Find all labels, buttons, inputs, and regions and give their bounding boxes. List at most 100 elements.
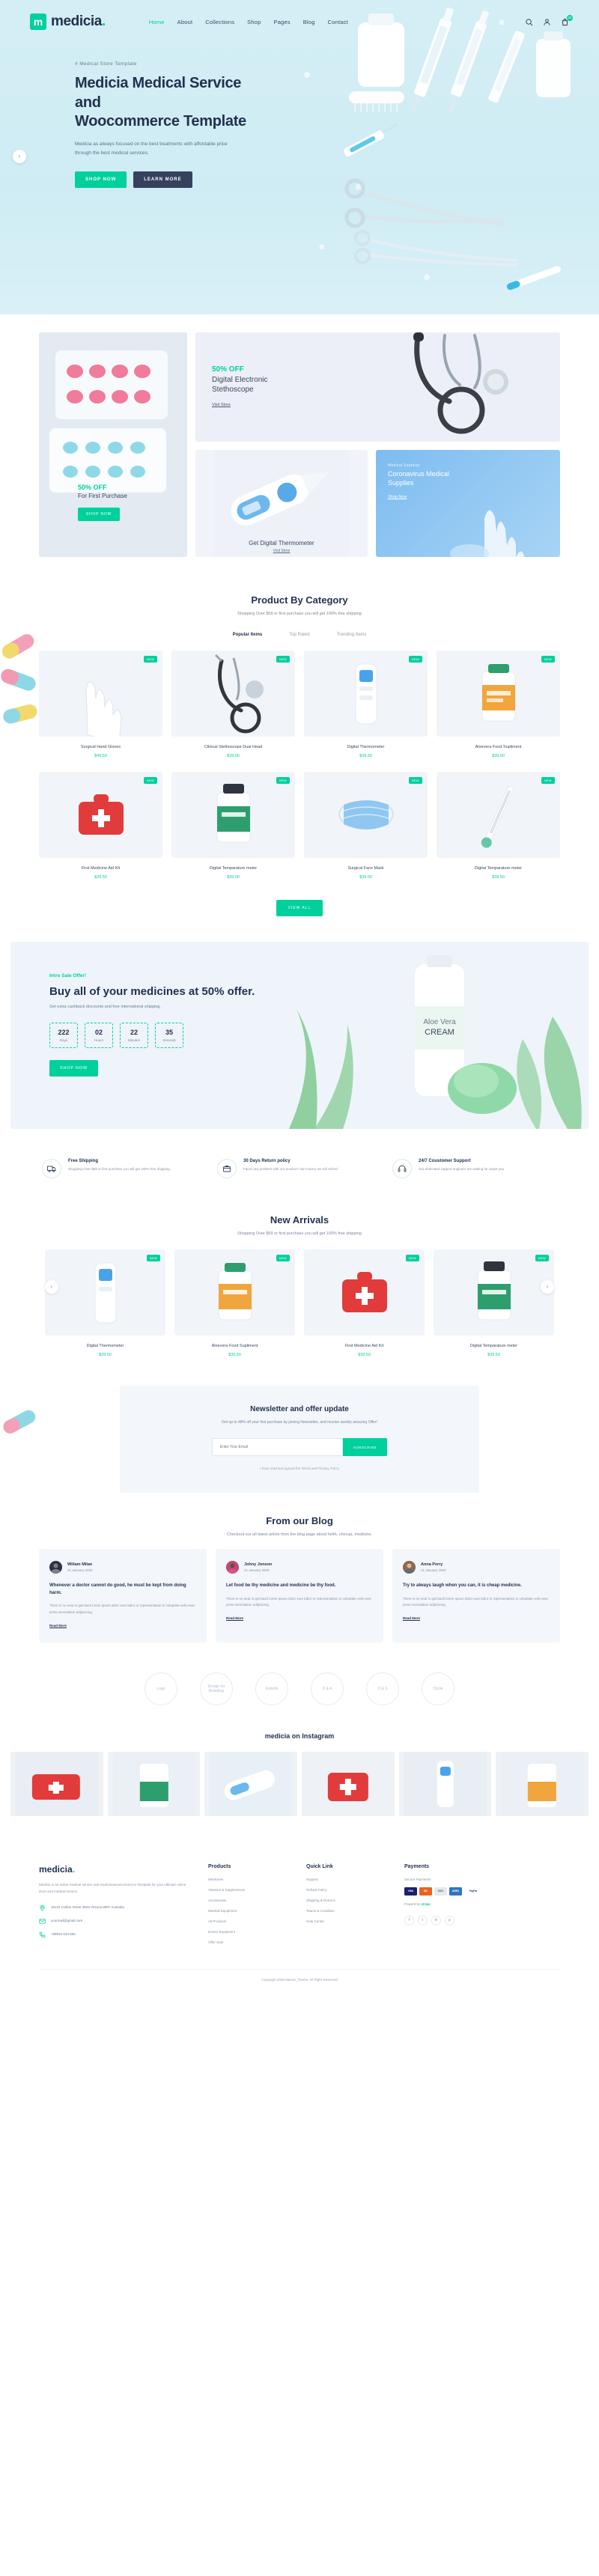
footer-link-medical-equipment[interactable]: Medical Equipment <box>208 1909 287 1913</box>
product-card[interactable]: NEW Digital Temparature meter $39.50 <box>437 772 560 880</box>
blog-read-more-link[interactable]: Read More <box>226 1616 243 1620</box>
nav-item-collections[interactable]: Collections <box>205 19 234 25</box>
logo-mark-icon: m <box>30 13 46 30</box>
footer-email-row[interactable]: yourmail@gmail.com <box>39 1918 189 1925</box>
blog-read-more-link[interactable]: Read More <box>403 1616 420 1620</box>
arrivals-next-arrow[interactable]: › <box>541 1280 554 1294</box>
newsletter-terms-note: I have read and agreed the Terms and Pri… <box>260 1467 339 1470</box>
nav-item-home[interactable]: Home <box>149 19 165 25</box>
feature-return-policy: 30 Days Return policy Faces any problem … <box>217 1159 382 1178</box>
nav-links: Home About Collections Shop Pages Blog C… <box>149 19 348 25</box>
footer-link-offer-sale[interactable]: Offer Sale <box>208 1940 287 1944</box>
footer-link-all-products[interactable]: All Products <box>208 1919 287 1923</box>
facebook-icon[interactable]: f <box>404 1915 414 1925</box>
product-card[interactable]: NEW Surgical Hand Gloves $49.50 <box>39 651 162 758</box>
nav-item-contact[interactable]: Contact <box>328 19 348 25</box>
newsletter-subscribe-button[interactable]: SUBSCRIBE <box>342 1438 388 1456</box>
arrival-card[interactable]: NEW Digital Thermometer $39.50 <box>45 1249 165 1357</box>
sale-shop-now-button[interactable]: SHOP NOW <box>49 1060 98 1077</box>
footer-phone-row[interactable]: +88022 533 655 <box>39 1931 189 1938</box>
hero-prev-arrow[interactable]: ‹ <box>13 150 26 163</box>
temperature-meter-image <box>481 785 514 848</box>
footer-link-vitamins[interactable]: Vitamins & Supplements <box>208 1888 287 1892</box>
arrival-card[interactable]: NEW First Medicine Aid Kit $39.50 <box>304 1249 425 1357</box>
promo-stethoscope-card[interactable]: 50% OFF Digital Electronic Stethoscope V… <box>195 332 560 442</box>
footer-link-refund-policy[interactable]: Refund Policy <box>306 1888 385 1892</box>
product-card[interactable]: NEW Clinical Stethoscope Dual Head $39.5… <box>171 651 295 758</box>
cart-button[interactable]: 03 <box>561 14 573 26</box>
footer-logo-dot: . <box>72 1863 76 1875</box>
brand-logo[interactable]: D & S <box>366 1672 399 1705</box>
promo-thermometer-title: Get Digital Thermometer <box>249 540 314 546</box>
footer-payments-column: Payments Secure Payments VISA MC DISC AM… <box>404 1864 502 1951</box>
nav-item-blog[interactable]: Blog <box>303 19 315 25</box>
promo-thermometer-card[interactable]: Get Digital Thermometer Visit Store <box>195 450 368 557</box>
instagram-item[interactable] <box>204 1751 298 1816</box>
brand-logo[interactable]: Estrella <box>255 1672 288 1705</box>
promo-corona-card[interactable]: Medical Supplies Coronavirus Medical Sup… <box>376 450 560 557</box>
user-account-icon[interactable] <box>543 18 551 26</box>
promo-stethoscope-discount: 50% OFF <box>212 365 244 374</box>
nav-item-pages[interactable]: Pages <box>274 19 291 25</box>
promo-thermometer-link[interactable]: Visit Store <box>273 549 291 553</box>
blog-read-more-link[interactable]: Read More <box>49 1624 67 1627</box>
instagram-section: medicia on Instagram <box>0 1728 599 1816</box>
promo-corona-link[interactable]: Shop Now <box>388 495 407 499</box>
product-name: First Medicine Aid Kit <box>344 1344 384 1348</box>
discover-icon: DISC <box>434 1887 447 1896</box>
product-card[interactable]: NEW Digital Thermometer $39.50 <box>304 651 428 758</box>
footer-link-support[interactable]: Support <box>306 1878 385 1881</box>
product-card[interactable]: NEW Surgical Face Mask $39.00 <box>304 772 428 880</box>
promo-stethoscope-link[interactable]: Visit Store <box>212 403 231 407</box>
instagram-item[interactable] <box>496 1751 589 1816</box>
product-card[interactable]: NEW Aloevera Food Supliment $39.50 <box>437 651 560 758</box>
footer-link-accessories[interactable]: Accessories <box>208 1898 287 1902</box>
footer-link-shipping-returns[interactable]: Shipping & Returns <box>306 1898 385 1902</box>
product-grid-row-1: NEW Surgical Hand Gloves $49.50 NEW Clin… <box>0 637 599 758</box>
footer-link-doctor-equipment[interactable]: Doctor Equipment <box>208 1930 287 1934</box>
arrival-card[interactable]: NEW Digital Temparature meter $39.50 <box>434 1249 554 1357</box>
hero-shop-now-button[interactable]: SHOP NOW <box>75 171 127 188</box>
footer-link-terms[interactable]: Teams & Condition <box>306 1909 385 1913</box>
instagram-item[interactable] <box>10 1751 103 1816</box>
search-icon[interactable] <box>525 18 533 26</box>
brand-logo[interactable]: Logo <box>145 1672 177 1705</box>
nav-item-shop[interactable]: Shop <box>247 19 261 25</box>
stethoscope-image <box>214 654 264 734</box>
hero-learn-more-button[interactable]: LEARN MORE <box>133 171 192 188</box>
arrivals-prev-arrow[interactable]: ‹ <box>45 1280 58 1294</box>
instagram-item[interactable] <box>302 1751 395 1816</box>
pinterest-icon[interactable]: p <box>445 1915 454 1925</box>
product-card[interactable]: NEW Digital Temparature meter $39.00 <box>171 772 295 880</box>
hero-content: # Medical Store Template Medicia Medical… <box>0 30 247 188</box>
blog-card[interactable]: Johny Jonson 21 January 2020 Let food be… <box>216 1549 383 1642</box>
twitter-icon[interactable]: t <box>418 1915 428 1925</box>
footer-link-help-center[interactable]: Help Center <box>306 1919 385 1923</box>
arrival-card[interactable]: NEW Aloevera Food Supliment $39.50 <box>174 1249 295 1357</box>
feature-title: 30 Days Return policy <box>243 1159 291 1163</box>
blog-card[interactable]: Wiliam Milan 21 January 2020 Whenever a … <box>39 1549 207 1642</box>
blog-excerpt: There is no near to get back lorem ipsum… <box>403 1596 548 1607</box>
hero-buttons: SHOP NOW LEARN MORE <box>75 171 247 188</box>
blog-header: From our Blog Checkout our all latest ar… <box>0 1493 599 1537</box>
newsletter-email-input[interactable] <box>211 1438 343 1456</box>
promo-first-purchase-card[interactable]: 50% OFF For First Purchase SHOP NOW <box>39 332 187 557</box>
brand-logo[interactable]: D & A <box>311 1672 344 1705</box>
countdown-minutes: 22 Minutes <box>120 1023 148 1048</box>
brand-logo[interactable]: Circle <box>422 1672 454 1705</box>
footer-email: yourmail@gmail.com <box>51 1919 83 1923</box>
instagram-icon[interactable]: in <box>431 1915 441 1925</box>
promo-first-purchase-button[interactable]: SHOP NOW <box>78 508 121 521</box>
brand-logo[interactable]: Design for Branding <box>200 1672 233 1705</box>
site-logo[interactable]: m medicia. <box>30 13 106 30</box>
view-all-button[interactable]: VIEW ALL <box>276 900 323 916</box>
nav-item-about[interactable]: About <box>177 19 193 25</box>
instagram-item[interactable] <box>107 1751 201 1816</box>
blog-card-head: Johny Jonson 21 January 2020 <box>226 1561 373 1574</box>
instagram-item[interactable] <box>398 1751 492 1816</box>
blog-card[interactable]: Anna Perry 21 January 2020 Try to always… <box>392 1549 560 1642</box>
product-price: $39.50 <box>487 1353 500 1357</box>
footer-link-medicines[interactable]: Medicines <box>208 1878 287 1881</box>
product-image: NEW <box>304 651 428 737</box>
product-card[interactable]: NEW First Medicine Aid Kit $29.50 <box>39 772 162 880</box>
